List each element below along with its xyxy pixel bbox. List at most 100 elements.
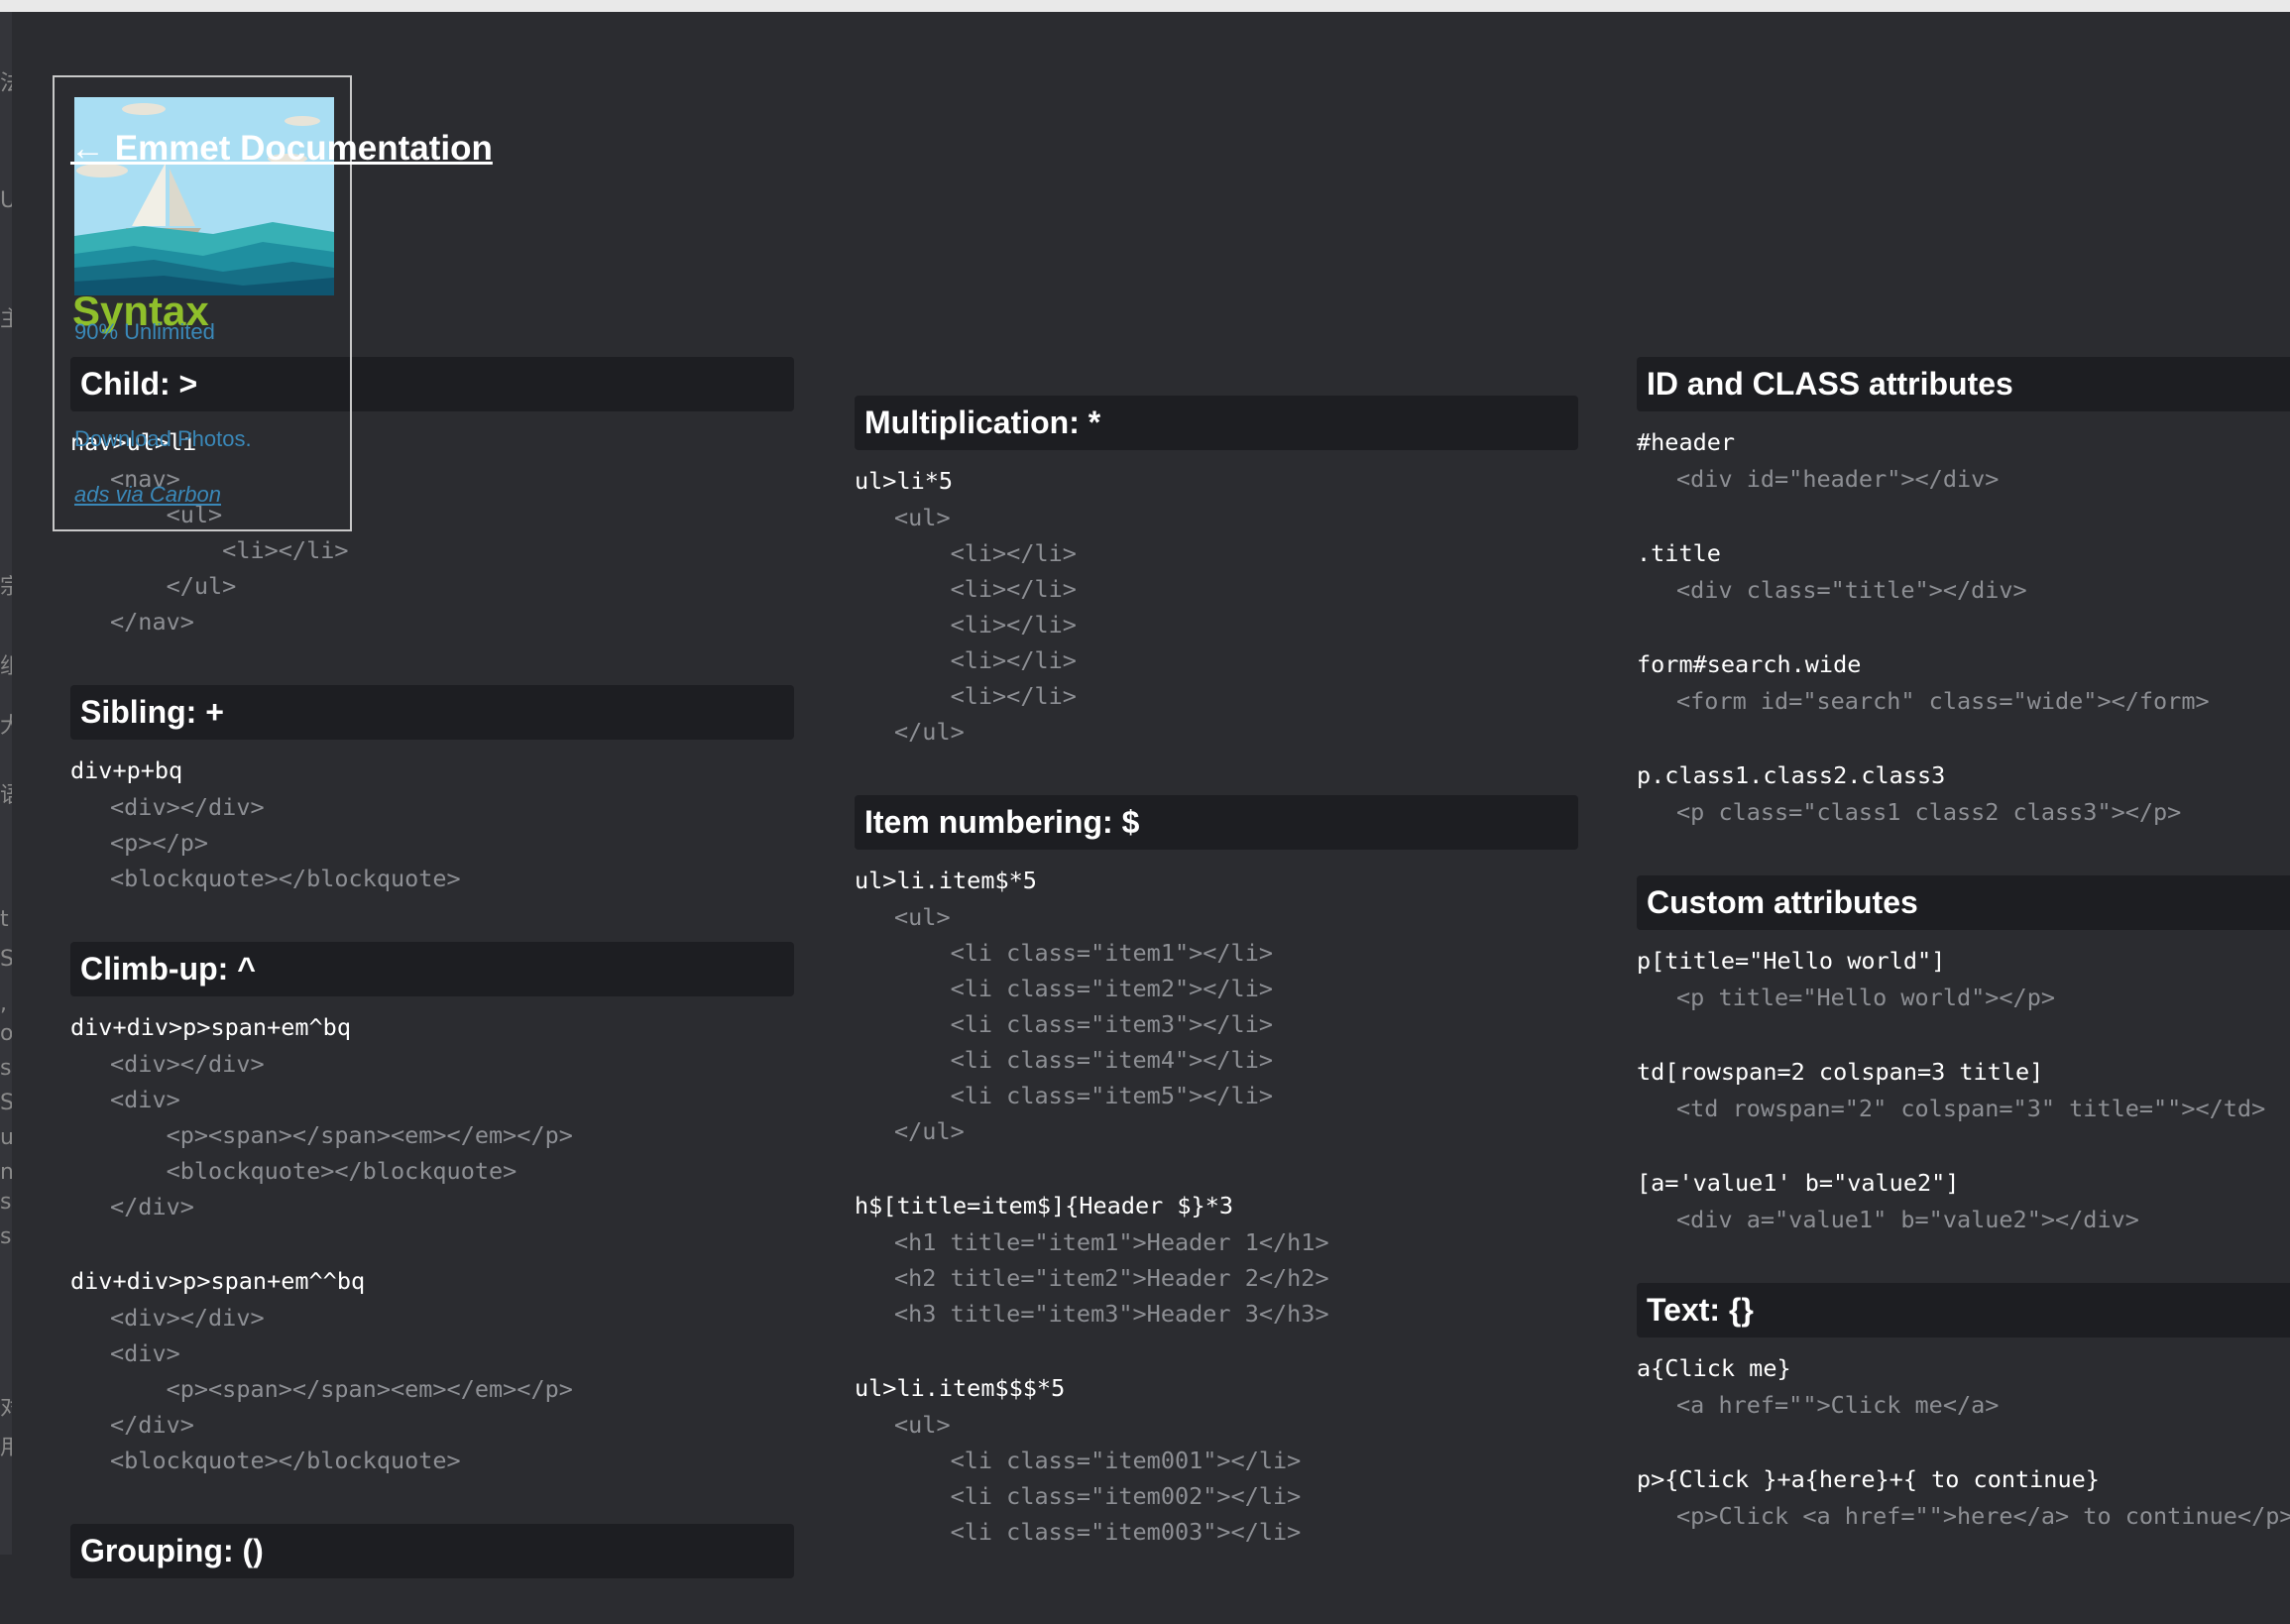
column-1: Child: > nav>ul>li <nav> <ul> <li></li> </…	[70, 357, 794, 1624]
output-line: <li class="item001"></li>	[894, 1447, 1302, 1474]
gutter-glyph: ,	[0, 991, 7, 1016]
output-line: <li class="item1"></li>	[894, 939, 1274, 967]
column-3: ID and CLASS attributes #header <div id="h…	[1637, 357, 2290, 1579]
output-line: <p><span></span><em></em></p>	[110, 1121, 573, 1149]
gutter-glyph: 大	[0, 714, 12, 739]
abbreviation[interactable]: #header	[1637, 423, 2290, 461]
output-line: <div></div>	[110, 1050, 265, 1078]
abbreviation[interactable]: div+div>p>span+em^^bq	[70, 1262, 794, 1300]
gutter-glyph: u	[0, 1125, 12, 1150]
output-line: <li></li>	[894, 575, 1077, 603]
output-line: <p>Click <a href="">here</a> to continue…	[1676, 1502, 2290, 1530]
output-line: <div>	[110, 1086, 180, 1113]
output-line: <ul>	[894, 903, 951, 931]
abbreviation[interactable]: div+p+bq	[70, 752, 794, 789]
abbreviation[interactable]: div+div>p>span+em^bq	[70, 1008, 794, 1046]
output-line: </ul>	[894, 1117, 965, 1145]
gutter-glyph: ol	[0, 1021, 12, 1046]
output-line: <blockquote></blockquote>	[110, 865, 461, 892]
output-line: <ul>	[894, 504, 951, 531]
gutter-glyph: ng	[0, 1160, 12, 1185]
example: [a='value1' b="value2"] <div a="value1" b…	[1637, 1164, 2290, 1237]
ad-text[interactable]: Download Photos.	[74, 428, 252, 450]
abbreviation[interactable]: form#search.wide	[1637, 645, 2290, 683]
back-to-docs-link[interactable]: ← Emmet Documentation	[70, 129, 493, 169]
example: #header <div id="header"></div>	[1637, 423, 2290, 497]
gutter-glyph: 用	[0, 1436, 12, 1460]
gutter-glyph: si	[0, 1224, 12, 1249]
abbreviation[interactable]: p.class1.class2.class3	[1637, 756, 2290, 794]
output-line: <p><span></span><em></em></p>	[110, 1375, 573, 1403]
output-line: <p class="class1 class2 class3"></p>	[1676, 798, 2182, 826]
gutter-glyph: 主	[0, 307, 12, 332]
output-line: </div>	[110, 1193, 194, 1220]
output-line: <li class="item003"></li>	[894, 1518, 1302, 1546]
ads-via-carbon-link[interactable]: ads via Carbon	[74, 484, 221, 506]
output-line: <a href="">Click me</a>	[1676, 1391, 2000, 1419]
output-line: <li class="item5"></li>	[894, 1082, 1274, 1109]
output-line: <li></li>	[894, 539, 1077, 567]
example: td[rowspan=2 colspan=3 title] <td rowspan…	[1637, 1053, 2290, 1126]
gutter-glyph: S	[0, 947, 12, 972]
example: div+div>p>span+em^bq <div></div> <div> <p>…	[70, 1008, 794, 1224]
output-line: <p title="Hello world"></p>	[1676, 984, 2056, 1011]
output-line: <ul>	[894, 1411, 951, 1439]
example: div+p+bq <div></div> <p></p> <blockquote></…	[70, 752, 794, 896]
abbreviation[interactable]: td[rowspan=2 colspan=3 title]	[1637, 1053, 2290, 1091]
gutter-glyph: 宗	[0, 575, 12, 600]
output-line: <div a="value1" b="value2"></div>	[1676, 1206, 2139, 1233]
output-line: <form id="search" class="wide"></form>	[1676, 687, 2210, 715]
section-title: Item numbering: $	[855, 795, 1578, 850]
abbreviation[interactable]: a{Click me}	[1637, 1349, 2290, 1387]
section-text: Text: {} a{Click me} <a href="">Click me</…	[1637, 1283, 2290, 1534]
output-line: <h1 title="item1">Header 1</h1>	[894, 1228, 1329, 1256]
left-gutter: 法U主宗组大语tS,olsSungssi对用	[0, 12, 12, 1555]
gutter-glyph: 语	[0, 783, 12, 808]
output-line: <li></li>	[894, 611, 1077, 638]
output-line: <blockquote></blockquote>	[110, 1157, 517, 1185]
example: div+div>p>span+em^^bq <div></div> <div> <p…	[70, 1262, 794, 1478]
ad-subtitle[interactable]: 90% Unlimited	[74, 321, 215, 343]
section-title: Text: {}	[1637, 1283, 2290, 1337]
column-2: Multiplication: * ul>li*5 <ul> <li></li> <…	[855, 396, 1578, 1595]
example: p>{Click }+a{here}+{ to continue} <p>Clic…	[1637, 1460, 2290, 1534]
output-line: <div></div>	[110, 1304, 265, 1332]
browser-top-bar	[0, 0, 2290, 12]
output-line: <div id="header"></div>	[1676, 465, 2000, 493]
output-line: <li></li>	[110, 536, 349, 564]
section-sibling: Sibling: + div+p+bq <div></div> <p></p> <blo…	[70, 685, 794, 896]
abbreviation[interactable]: ul>li*5	[855, 462, 1578, 500]
output-line: <div></div>	[110, 793, 265, 821]
output-line: </ul>	[894, 718, 965, 746]
output-line: <li class="item002"></li>	[894, 1482, 1302, 1510]
section-item-numbering: Item numbering: $ ul>li.item$*5 <ul> <li c…	[855, 795, 1578, 1550]
section-title: Climb-up: ^	[70, 942, 794, 996]
example: ul>li.item$$$*5 <ul> <li class="item001">…	[855, 1369, 1578, 1550]
output-line: <div class="title"></div>	[1676, 576, 2027, 604]
example: p[title="Hello world"] <p title="Hello wo…	[1637, 942, 2290, 1015]
abbreviation[interactable]: .title	[1637, 534, 2290, 572]
abbreviation[interactable]: ul>li.item$*5	[855, 862, 1578, 899]
output-line: <li></li>	[894, 646, 1077, 674]
abbreviation[interactable]: [a='value1' b="value2"]	[1637, 1164, 2290, 1202]
section-title: Sibling: +	[70, 685, 794, 740]
section-custom-attributes: Custom attributes p[title="Hello world"] <…	[1637, 875, 2290, 1237]
gutter-glyph: s	[0, 1190, 12, 1215]
gutter-glyph: 对	[0, 1396, 12, 1421]
section-title: Grouping: ()	[70, 1524, 794, 1578]
abbreviation[interactable]: p>{Click }+a{here}+{ to continue}	[1637, 1460, 2290, 1498]
abbreviation[interactable]: h$[title=item$]{Header $}*3	[855, 1187, 1578, 1224]
gutter-glyph: t	[0, 907, 9, 932]
gutter-glyph: S	[0, 1091, 12, 1115]
output-line: <p></p>	[110, 829, 209, 857]
output-line: </ul>	[110, 572, 237, 600]
ad-image[interactable]	[74, 97, 334, 295]
abbreviation[interactable]: ul>li.item$$$*5	[855, 1369, 1578, 1407]
section-title: ID and CLASS attributes	[1637, 357, 2290, 411]
example: p.class1.class2.class3 <p class="class1 c…	[1637, 756, 2290, 830]
abbreviation[interactable]: p[title="Hello world"]	[1637, 942, 2290, 980]
section-title: Custom attributes	[1637, 875, 2290, 930]
output-line: <li></li>	[894, 682, 1077, 710]
output-line: <h2 title="item2">Header 2</h2>	[894, 1264, 1329, 1292]
example: a{Click me} <a href="">Click me</a>	[1637, 1349, 2290, 1423]
